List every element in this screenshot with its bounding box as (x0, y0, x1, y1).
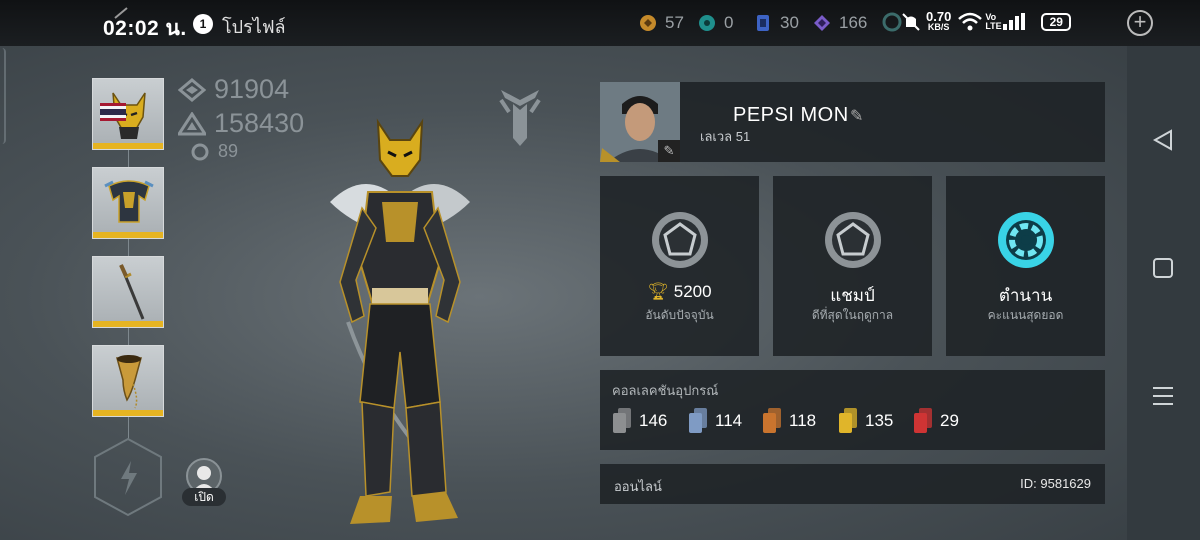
card-stack-icon (613, 408, 631, 434)
equipment-collection[interactable]: คอลเลคชันอุปกรณ์ 146 114 118 135 29 (600, 370, 1105, 450)
player-name: PEPSI MON (733, 104, 849, 126)
gem-icon (699, 15, 715, 31)
add-icon[interactable]: + (1127, 10, 1153, 36)
edit-name-icon[interactable]: ✎ (850, 106, 863, 126)
home-icon[interactable] (1151, 256, 1175, 285)
character-model (290, 112, 510, 537)
open-button[interactable]: เปิด (182, 458, 226, 508)
collection-legendary: 29 (914, 408, 959, 434)
coin-icon (640, 15, 656, 31)
battery-indicator: 29 (1041, 13, 1072, 31)
status-footer: ออนไลน์ ID: 9581629 (600, 464, 1105, 504)
stat-rating: 158430 (178, 108, 304, 139)
wifi-icon (958, 12, 983, 31)
rank-card-best-season[interactable]: แชมป์ ดีที่สุดในฤดูกาล (773, 176, 932, 356)
edit-avatar-icon[interactable]: ✎ (658, 140, 680, 162)
player-id: ID: 9581629 (1020, 476, 1091, 491)
trophy-icon: 🏆︎ (647, 282, 670, 301)
collection-rare: 118 (763, 408, 816, 434)
currency-coin[interactable]: 57 (639, 13, 684, 33)
collection-epic: 135 (839, 408, 893, 434)
player-avatar[interactable]: ✎ (600, 82, 680, 162)
online-status: ออนไลน์ (614, 479, 662, 494)
pyramid-icon (178, 111, 206, 135)
rank-emblem-icon (652, 212, 708, 268)
clock: 02:02 น. (103, 17, 187, 40)
lightning-icon (121, 461, 137, 495)
horn-icon (116, 355, 142, 409)
katana-icon (119, 264, 145, 320)
slot-rarity-bar (93, 143, 163, 149)
armor-icon (104, 180, 154, 223)
power-icon (178, 77, 206, 102)
slot-rarity-bar (93, 232, 163, 238)
legend-emblem-icon (998, 212, 1054, 268)
currency-gem[interactable]: 0 (698, 13, 733, 33)
rank-card-current[interactable]: 🏆︎ 5200 อันดับปัจจุบัน (600, 176, 759, 356)
rank-card-top-score[interactable]: ตำนาน คะแนนสุดยอด (946, 176, 1105, 356)
equipment-slot-armor[interactable] (92, 167, 164, 239)
collection-common: 146 (613, 408, 667, 434)
card-stack-icon (763, 408, 781, 434)
stat-upgrades: 89 (190, 141, 238, 162)
currency-card[interactable]: 30 (754, 13, 799, 33)
card-icon (757, 15, 769, 31)
card-stack-icon (914, 408, 932, 434)
navigation-bar (1127, 46, 1200, 540)
rank-emblem-icon (825, 212, 881, 268)
back-icon[interactable] (1151, 128, 1175, 157)
mute-icon (902, 13, 920, 31)
recents-icon[interactable] (1151, 384, 1175, 413)
slot-rarity-bar (93, 321, 163, 327)
crystal-icon (814, 15, 830, 31)
currency-crystal[interactable]: 166 (813, 13, 867, 33)
ability-slot[interactable] (93, 437, 163, 517)
card-stack-icon (839, 408, 857, 434)
thailand-flag-icon (100, 103, 126, 121)
slot-rarity-bar (93, 410, 163, 416)
player-level: เลเวล 51 (700, 129, 751, 144)
notification-badge: 1 (193, 14, 213, 34)
status-bar: 02:02 น. 1 โปรไฟล์ 57 0 30 166 0.70 KB/S… (0, 0, 1200, 46)
collection-uncommon: 114 (689, 408, 742, 434)
card-stack-icon (689, 408, 707, 434)
equipment-slot-weapon[interactable] (92, 256, 164, 328)
refresh-icon (191, 143, 209, 160)
signal-icon (1003, 13, 1026, 30)
stat-power: 91904 (178, 74, 289, 105)
open-button-label: เปิด (182, 488, 226, 506)
edge-handle[interactable] (0, 48, 6, 144)
equipment-slot-horn[interactable] (92, 345, 164, 417)
system-icons: 0.70 KB/S Vo LTE 29 (880, 10, 1072, 34)
screen-title: โปรไฟล์ (222, 17, 286, 37)
